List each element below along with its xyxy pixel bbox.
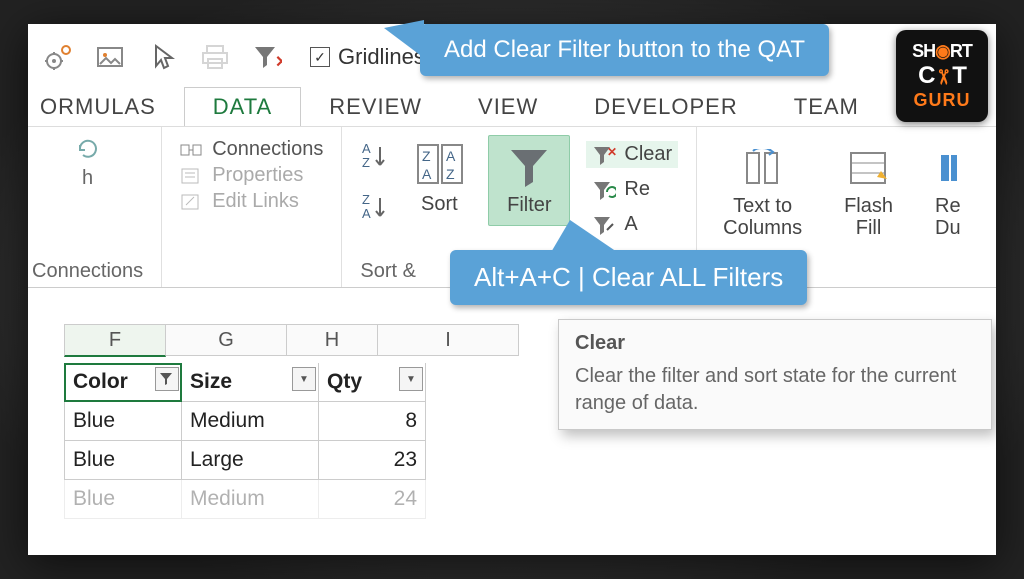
shortcut-guru-logo: SH◉RT C✂T GURU (896, 30, 988, 122)
flash-fill-button[interactable]: FlashFill (836, 143, 901, 245)
header-size[interactable]: Size▼ (182, 363, 319, 402)
filter-button[interactable]: Filter (488, 135, 570, 226)
svg-text:A: A (362, 206, 371, 221)
print-icon[interactable] (198, 40, 232, 74)
sort-button[interactable]: ZAAZ Sort (406, 135, 472, 222)
svg-text:Z: Z (362, 192, 370, 207)
text-to-columns-button[interactable]: Text toColumns (715, 143, 810, 245)
picture-icon[interactable] (94, 40, 128, 74)
tooltip-clear: Clear Clear the filter and sort state fo… (558, 319, 992, 430)
pointer-icon[interactable] (146, 40, 180, 74)
table-row: Blue Large 23 (64, 441, 996, 480)
svg-text:A: A (422, 166, 432, 182)
col-header-G[interactable]: G (166, 324, 287, 356)
svg-text:A: A (446, 148, 456, 164)
header-qty[interactable]: Qty▼ (319, 363, 426, 402)
tab-formulas[interactable]: ORMULAS (36, 88, 184, 126)
svg-text:Z: Z (362, 155, 370, 170)
clear-filter-button[interactable]: ✕ Clear (586, 141, 678, 168)
properties-button[interactable]: Properties (180, 164, 323, 187)
group-refresh: h Connections (28, 127, 162, 287)
remove-dup-button[interactable]: ReDu (927, 143, 969, 245)
table-row: Blue Medium 24 (64, 480, 996, 519)
group-label-connections: Connections (32, 260, 143, 283)
edit-links-button[interactable]: Edit Links (180, 190, 323, 213)
header-color[interactable]: Color (64, 363, 182, 402)
refresh-icon[interactable] (74, 135, 102, 163)
ribbon-tabs: ORMULAS DATA REVIEW VIEW DEVELOPER TEAM (28, 86, 996, 127)
tooltip-body: Clear the filter and sort state for the … (575, 363, 975, 417)
clear-filter-qat-icon[interactable]: ✕ (250, 40, 284, 74)
sort-asc-button[interactable]: AZ (360, 141, 390, 176)
checkbox-icon: ✓ (310, 47, 330, 67)
funnel-clear-icon: ✕ (592, 144, 616, 166)
sort-desc-button[interactable]: ZA (360, 192, 390, 227)
tab-team[interactable]: TEAM (766, 88, 887, 126)
col-header-H[interactable]: H (287, 324, 378, 356)
filter-dropdown-icon[interactable] (155, 367, 179, 391)
filter-dropdown-icon[interactable]: ▼ (399, 367, 423, 391)
callout-qat: Add Clear Filter button to the QAT (420, 24, 829, 76)
filter-dropdown-icon[interactable]: ▼ (292, 367, 316, 391)
tab-developer[interactable]: DEVELOPER (566, 88, 766, 126)
tab-review[interactable]: REVIEW (301, 88, 450, 126)
funnel-reapply-icon (592, 179, 616, 201)
callout-shortcut: Alt+A+C | Clear ALL Filters (450, 250, 807, 305)
svg-text:Z: Z (446, 166, 455, 182)
settings-icon[interactable] (42, 40, 76, 74)
tab-data[interactable]: DATA (184, 87, 301, 126)
reapply-button[interactable]: Re (586, 176, 678, 203)
tooltip-title: Clear (575, 332, 975, 355)
svg-text:✕: ✕ (275, 54, 282, 71)
svg-text:A: A (362, 141, 371, 156)
svg-text:✕: ✕ (607, 145, 616, 159)
col-header-I[interactable]: I (378, 324, 519, 356)
connections-button[interactable]: Connections (180, 138, 323, 161)
tab-view[interactable]: VIEW (450, 88, 566, 126)
col-header-F[interactable]: F (64, 324, 166, 357)
svg-text:Z: Z (422, 148, 431, 164)
group-connections: Connections Properties Edit Links (162, 127, 342, 287)
